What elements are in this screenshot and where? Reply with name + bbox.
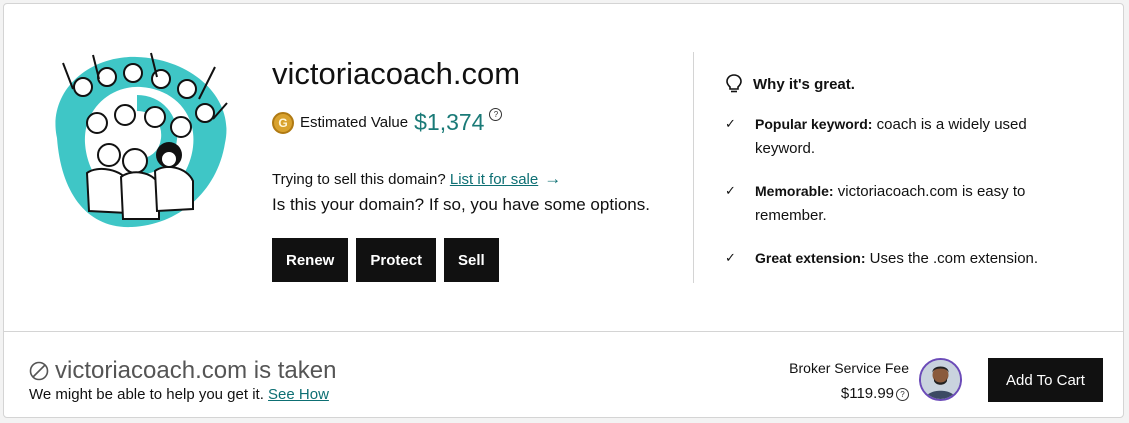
people-illustration [55,52,228,228]
renew-button[interactable]: Renew [272,238,349,282]
checkmark-icon: ✓ [725,250,736,265]
broker-avatar [919,358,962,401]
broker-fee-price: $119.99 [840,385,894,402]
why-heading: Why it's great. [725,74,1065,94]
broker-help-line: We might be able to help you get it. See… [29,386,329,403]
broker-fee-label: Broker Service Fee [789,360,909,376]
sell-prompt-text: Trying to sell this domain? [272,171,446,188]
sell-button[interactable]: Sell [444,238,499,282]
add-to-cart-button[interactable]: Add To Cart [988,358,1103,402]
protect-button[interactable]: Protect [356,238,437,282]
why-its-great-panel: Why it's great. ✓ Popular keyword: coach… [725,74,1065,271]
checkmark-icon: ✓ [725,116,736,131]
estimated-value-row: G Estimated Value $1,374 ? [272,108,503,136]
feature-title: Memorable: [755,183,834,199]
unavailable-icon [29,361,49,381]
sell-prompt-line: Trying to sell this domain? List it for … [272,169,561,189]
godaddy-coin-icon: G [272,111,294,134]
domain-taken-row: victoriacoach.com is taken [29,357,336,385]
feature-text: Uses the .com extension. [869,250,1039,267]
domain-summary-section: victoriacoach.com G Estimated Value $1,3… [4,4,1123,331]
broker-help-text: We might be able to help you get it. [29,386,264,403]
broker-section: victoriacoach.com is taken We might be a… [4,332,1123,418]
feature-item: ✓ Great extension: Uses the .com extensi… [725,246,1065,271]
domain-result-card: victoriacoach.com G Estimated Value $1,3… [3,3,1124,418]
domain-name-heading: victoriacoach.com [272,56,521,91]
broker-fee-price-row: $119.99? [789,385,909,402]
checkmark-icon: ✓ [725,183,736,198]
question-circle-icon[interactable]: ? [896,388,909,401]
feature-item: ✓ Memorable: victoriacoach.com is easy t… [725,179,1065,228]
broker-fee-block: Broker Service Fee $119.99? [789,360,909,402]
why-heading-text: Why it's great. [753,75,855,93]
estimated-value-label: Estimated Value [300,114,409,131]
feature-item: ✓ Popular keyword: coach is a widely use… [725,112,1065,161]
see-how-link[interactable]: See How [268,386,329,403]
vertical-divider [693,52,694,283]
arrow-right-icon[interactable]: → [544,169,561,188]
lightbulb-icon [726,74,742,93]
question-circle-icon[interactable]: ? [489,108,503,121]
estimated-value-amount: $1,374 [414,109,485,135]
domain-actions: Renew Protect Sell [272,238,499,282]
domain-taken-text: victoriacoach.com is taken [55,357,337,384]
feature-title: Popular keyword: [755,116,873,132]
feature-title: Great extension: [755,250,866,266]
owner-prompt-text: Is this your domain? If so, you have som… [272,195,650,214]
list-for-sale-link[interactable]: List it for sale [450,171,538,188]
